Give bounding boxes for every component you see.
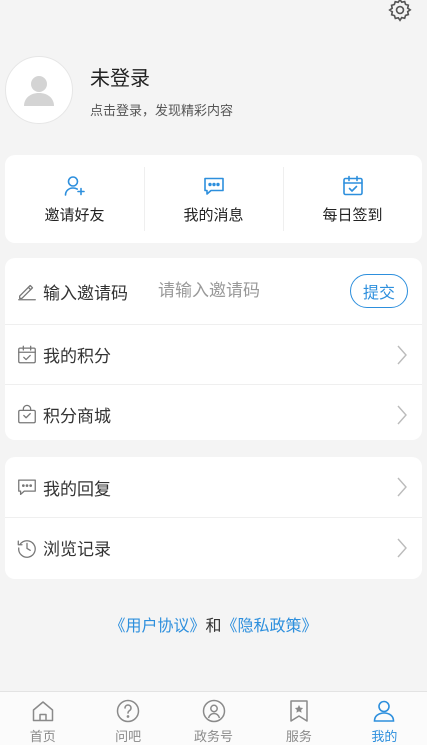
login-status[interactable]: 未登录 (90, 62, 233, 91)
tab-label: 首页 (29, 730, 56, 745)
shopping-bag-icon (18, 404, 36, 423)
menu-item-label: 我的回复 (43, 479, 111, 500)
history-clock-icon (17, 539, 36, 558)
account-menu-card: 输入邀请码 提交 我的积分 积分商城 (5, 258, 422, 440)
login-prompt[interactable]: 点击登录，发现精彩内容 (90, 100, 233, 119)
my-points-row[interactable]: 我的积分 (5, 324, 422, 384)
agreement-conjunction: 和 (205, 616, 222, 635)
quick-actions-card: 邀请好友 我的消息 每日签到 (5, 155, 422, 243)
my-replies-row[interactable]: 我的回复 (5, 457, 422, 517)
tab-mine[interactable]: 我的 (342, 692, 427, 745)
privacy-policy-link[interactable]: 《隐私政策》 (222, 616, 318, 635)
agreement-links: 《用户协议》和《隐私政策》 (0, 612, 427, 636)
question-icon (116, 699, 140, 723)
browsing-history-row[interactable]: 浏览记录 (5, 517, 422, 577)
tab-ask[interactable]: 问吧 (85, 692, 170, 745)
submit-button[interactable]: 提交 (350, 274, 408, 308)
profile-text: 未登录 点击登录，发现精彩内容 (90, 62, 233, 119)
person-icon (374, 700, 395, 722)
tab-label: 问吧 (115, 730, 142, 745)
points-calendar-icon (18, 345, 36, 363)
invite-code-input[interactable] (158, 281, 338, 301)
profile-page: 未登录 点击登录，发现精彩内容 邀请好友 我的消息 每日签到 输入邀请码 请输入… (0, 0, 427, 745)
tab-label: 服务 (285, 730, 312, 745)
government-badge-icon (202, 699, 225, 723)
quick-action-label: 我的消息 (183, 205, 244, 224)
pencil-icon (18, 284, 36, 301)
profile-header[interactable]: 未登录 点击登录，发现精彩内容 (5, 56, 233, 124)
invite-code-row: 输入邀请码 提交 (5, 258, 422, 324)
calendar-check-icon (342, 175, 363, 195)
menu-item-label: 我的积分 (43, 347, 111, 367)
avatar[interactable] (5, 56, 73, 124)
chevron-right-icon (397, 538, 407, 557)
invite-code-label: 输入邀请码 (43, 283, 128, 304)
menu-item-label: 浏览记录 (43, 540, 111, 560)
tab-home[interactable]: 首页 (0, 692, 85, 745)
chevron-right-icon (397, 477, 407, 497)
daily-checkin-button[interactable]: 每日签到 (283, 155, 422, 243)
settings-gear-icon[interactable] (387, 0, 413, 23)
default-avatar-icon (24, 76, 54, 106)
home-icon (32, 701, 53, 722)
menu-item-label: 积分商城 (43, 407, 111, 427)
tab-label: 政务号 (194, 730, 234, 745)
chevron-right-icon (397, 345, 407, 364)
tab-government[interactable]: 政务号 (171, 692, 256, 745)
reply-bubble-icon (18, 479, 36, 495)
bottom-tab-bar: 首页 问吧 政务号 服务 我的 (0, 691, 427, 745)
invite-friends-button[interactable]: 邀请好友 (5, 155, 144, 243)
tab-services[interactable]: 服务 (256, 692, 341, 745)
points-mall-row[interactable]: 积分商城 (5, 384, 422, 444)
add-user-icon (64, 175, 85, 196)
message-icon (203, 177, 224, 195)
bookmark-star-icon (290, 700, 308, 722)
my-messages-button[interactable]: 我的消息 (144, 155, 283, 243)
user-agreement-link[interactable]: 《用户协议》 (109, 616, 205, 635)
quick-action-label: 邀请好友 (44, 205, 105, 224)
activity-menu-card: 我的回复 浏览记录 (5, 457, 422, 579)
chevron-right-icon (397, 405, 407, 424)
quick-action-label: 每日签到 (322, 205, 383, 224)
tab-label: 我的 (371, 730, 398, 745)
